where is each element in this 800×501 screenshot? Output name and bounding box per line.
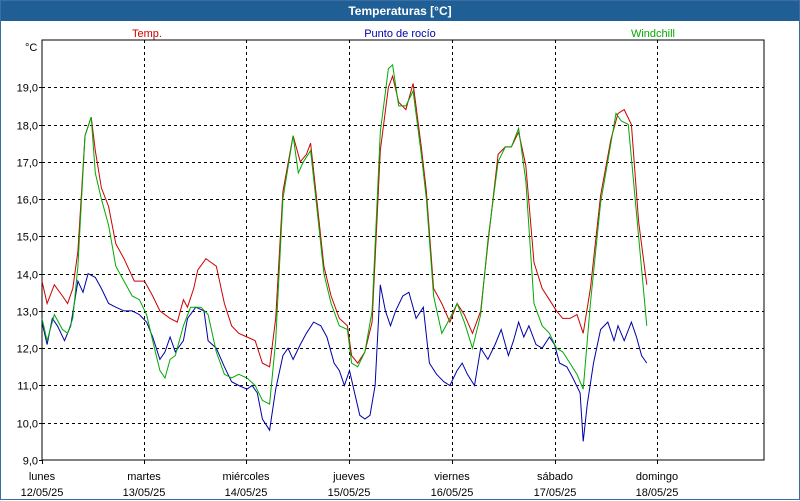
y-tick-label: 16,0 — [17, 195, 38, 207]
x-tick-date-label: 17/05/25 — [534, 487, 577, 499]
x-tick-date-label: 18/05/25 — [636, 487, 679, 499]
y-tick-label: 19,0 — [17, 83, 38, 95]
y-tick-label: 17,0 — [17, 158, 38, 170]
legend-entry-2: Punto de rocío — [364, 28, 436, 40]
x-tick-date-label: 12/05/25 — [21, 487, 64, 499]
x-tick-day-label: viernes — [434, 471, 470, 483]
legend-entry-3: Windchill — [631, 28, 675, 40]
series-line-1 — [41, 74, 648, 368]
x-tick-day-label: lunes — [29, 471, 56, 483]
y-tick-label: 13,0 — [17, 307, 38, 319]
x-tick-date-label: 16/05/25 — [431, 487, 474, 499]
series-line-3 — [41, 63, 648, 405]
x-tick-date-label: 14/05/25 — [225, 487, 268, 499]
chart-window: Temperaturas [°C] 19,0 18,0 17,0 16,0 15,0 14… — [0, 0, 800, 500]
x-tick-date-label: 13/05/25 — [123, 487, 166, 499]
y-tick-label: 10,0 — [17, 419, 38, 431]
y-tick-label: 14,0 — [17, 270, 38, 282]
y-tick-label: 18,0 — [17, 121, 38, 133]
x-tick-day-label: jueves — [332, 471, 365, 483]
plot-area — [41, 39, 765, 461]
temperature-chart: 19,0 18,0 17,0 16,0 15,0 14,0 13,0 12,0 11,0 10,0… — [17, 28, 765, 499]
y-axis-unit: °C — [25, 42, 37, 54]
series-line-2 — [41, 272, 648, 442]
x-tick-date-label: 15/05/25 — [328, 487, 371, 499]
x-tick-day-label: domingo — [636, 471, 678, 483]
y-tick-label: 9,0 — [23, 456, 38, 468]
x-tick-day-label: sábado — [537, 471, 573, 483]
y-tick-label: 12,0 — [17, 344, 38, 356]
legend-entry-1: Temp. — [132, 28, 162, 40]
x-tick-day-label: miércoles — [222, 471, 270, 483]
x-tick-day-label: martes — [127, 471, 161, 483]
y-tick-label: 11,0 — [17, 381, 38, 393]
y-tick-label: 15,0 — [17, 232, 38, 244]
